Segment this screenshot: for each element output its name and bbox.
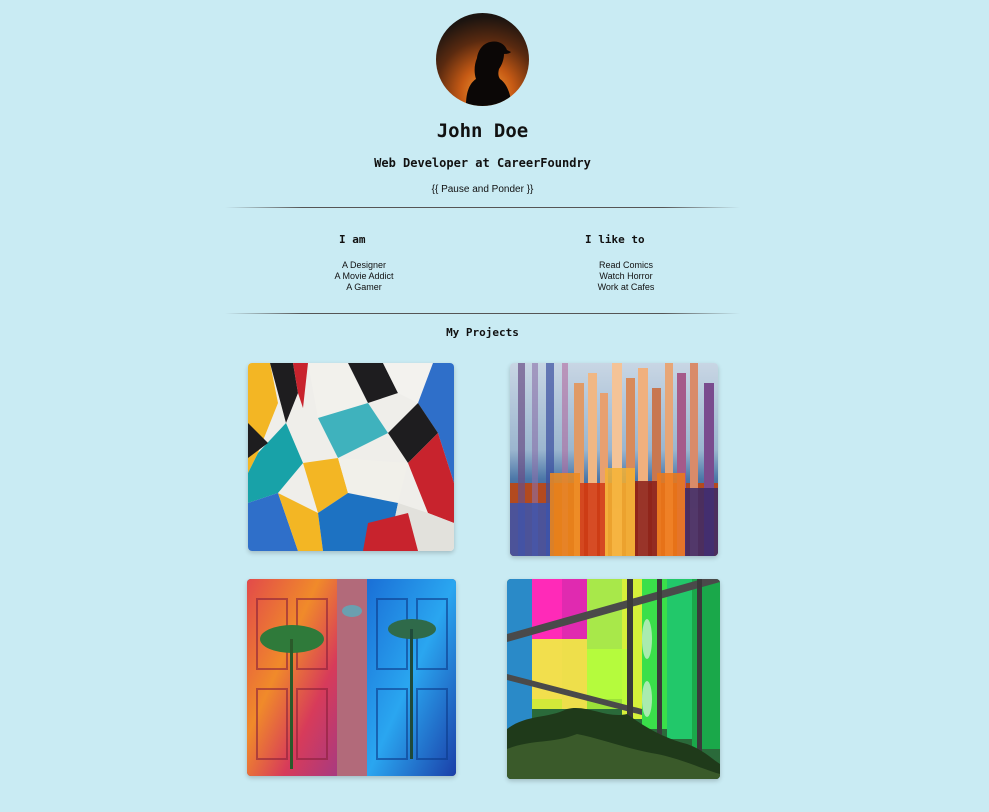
profile-tagline: {{ Pause and Ponder }} bbox=[431, 184, 534, 195]
list-item: A Movie Addict bbox=[334, 271, 394, 281]
about-i-am-heading: I am bbox=[339, 233, 366, 246]
projects-heading: My Projects bbox=[446, 326, 519, 339]
divider-middle bbox=[225, 313, 740, 314]
profile-avatar bbox=[436, 13, 529, 106]
profile-name: John Doe bbox=[436, 120, 529, 142]
about-i-like-heading: I like to bbox=[585, 233, 645, 246]
about-i-am-list: A Designer A Movie Addict A Gamer bbox=[284, 260, 444, 293]
list-item: Work at Cafes bbox=[597, 282, 655, 292]
project-painted-doors[interactable] bbox=[247, 579, 456, 776]
list-item: A Gamer bbox=[346, 282, 382, 292]
list-item: Watch Horror bbox=[599, 271, 653, 281]
divider-top bbox=[225, 207, 740, 208]
project-abstract-mural[interactable] bbox=[248, 363, 454, 551]
list-item: A Designer bbox=[341, 260, 387, 270]
list-item: Read Comics bbox=[598, 260, 654, 270]
profile-title: Web Developer at CareerFoundry bbox=[374, 156, 591, 170]
about-i-like-section: I like to Read Comics Watch Horror Work … bbox=[546, 233, 706, 293]
about-i-like-list: Read Comics Watch Horror Work at Cafes bbox=[546, 260, 706, 293]
project-colorful-glass-panels[interactable] bbox=[510, 363, 718, 556]
about-i-am-section: I am A Designer A Movie Addict A Gamer bbox=[284, 233, 444, 293]
project-colored-glass-building[interactable] bbox=[507, 579, 720, 779]
